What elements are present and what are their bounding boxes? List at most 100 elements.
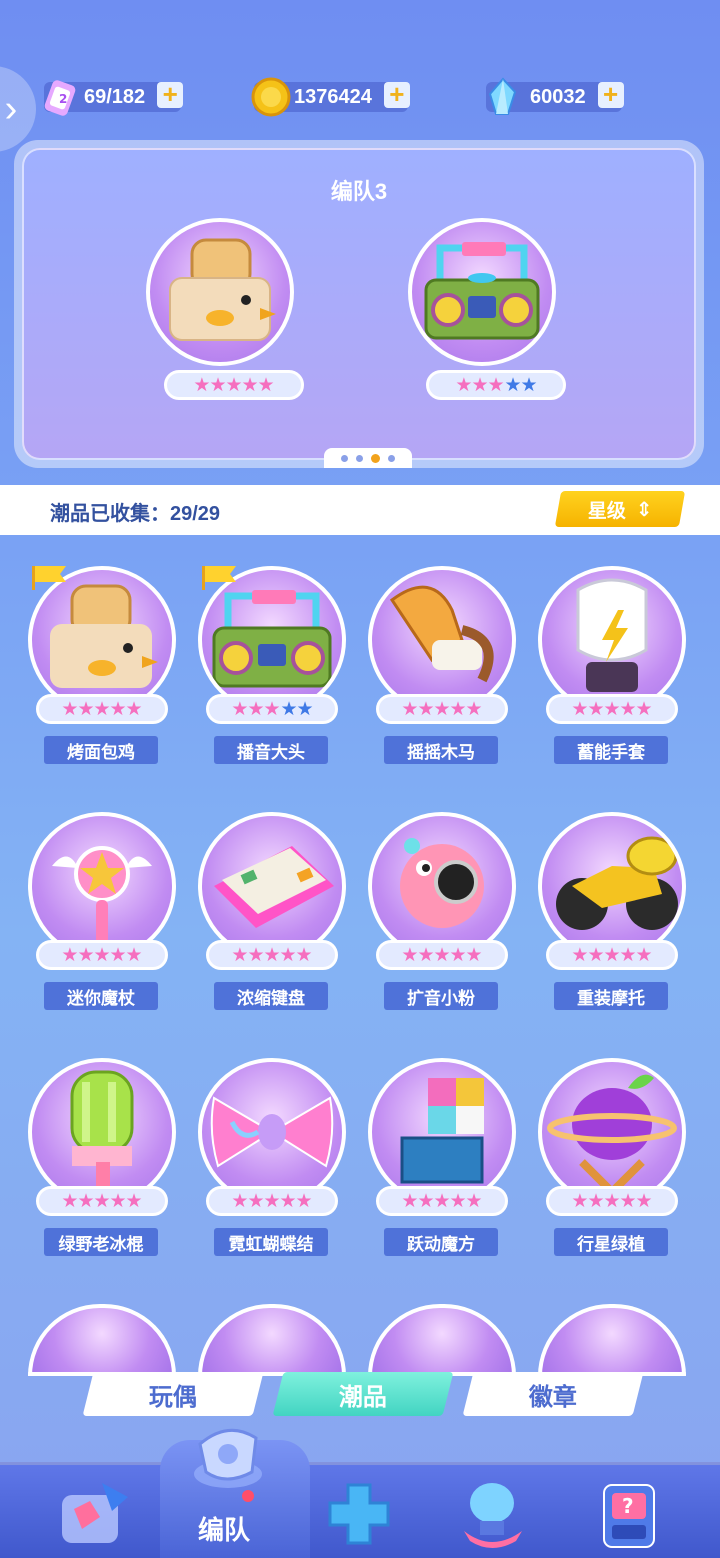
star-rating-filled: ★★★★★ <box>231 944 312 966</box>
add-gems-button[interactable]: + <box>597 81 624 108</box>
tab-badges[interactable]: 徽章 <box>462 1372 644 1416</box>
star-rating: ★★★★★ <box>546 940 678 970</box>
collection-item[interactable] <box>368 812 516 960</box>
item-name-label: 播音大头 <box>214 736 328 764</box>
star-rating: ★★★★★ <box>376 940 508 970</box>
tab-trendy-items[interactable]: 潮品 <box>272 1372 454 1416</box>
sort-label: 星级 <box>587 500 626 522</box>
tab-dolls[interactable]: 玩偶 <box>82 1372 264 1416</box>
team-carousel[interactable]: 编队3 ★★★★★ ★★★ ★★ <box>22 148 696 468</box>
team-panel: 编队3 ★★★★★ ★★★ ★★ <box>14 140 704 468</box>
star-rating: ★★★★★ <box>206 940 338 970</box>
item-name-label: 迷你魔杖 <box>44 982 158 1010</box>
mystery-box-icon[interactable]: ? <box>588 1473 670 1555</box>
tab-label: 徽章 <box>529 1383 577 1411</box>
home-icon[interactable] <box>52 1473 134 1555</box>
trophy-icon[interactable] <box>452 1473 534 1555</box>
star-rating-filled: ★★★★★ <box>571 698 652 720</box>
item-name-label: 重装摩托 <box>554 982 668 1010</box>
chevron-right-icon: › <box>4 87 18 130</box>
star-rating-filled: ★★★★★ <box>571 1190 652 1212</box>
item-name-label: 摇摇木马 <box>384 736 498 764</box>
collection-item[interactable] <box>28 812 176 960</box>
item-artwork-icon <box>556 836 678 930</box>
collection-item-partial[interactable] <box>28 1304 176 1376</box>
item-name-label: 烤面包鸡 <box>44 736 158 764</box>
page-dot[interactable] <box>341 454 348 462</box>
star-rating: ★★★★★ <box>376 694 508 724</box>
item-artwork-icon <box>52 846 152 950</box>
collection-item[interactable] <box>368 1058 516 1206</box>
tab-label: 潮品 <box>339 1383 387 1411</box>
star-rating: ★★★★★ <box>546 1186 678 1216</box>
collection-item[interactable] <box>538 1058 686 1206</box>
controller-icon[interactable] <box>318 1473 400 1555</box>
sort-arrows-icon: ⇕ <box>635 498 653 521</box>
collection-item[interactable] <box>28 1058 176 1206</box>
collection-item[interactable] <box>368 566 516 714</box>
energy-counter: 69/182 2 + <box>44 80 184 116</box>
svg-text:2: 2 <box>59 92 67 106</box>
tab-label: 玩偶 <box>149 1383 197 1411</box>
item-artwork-icon <box>70 1070 134 1202</box>
team-member-radio[interactable] <box>408 218 556 366</box>
resource-bar: › 69/182 2 + 1376424 + 60032 + <box>0 0 720 152</box>
star-rating-filled: ★★★★★ <box>61 944 142 966</box>
item-artwork-icon <box>210 1096 334 1168</box>
sort-by-stars-button[interactable]: 星级 ⇕ <box>554 491 686 527</box>
nav-active-label: 编队 <box>198 1515 251 1545</box>
star-rating: ★★★★★ <box>376 1186 508 1216</box>
back-button[interactable]: › <box>0 66 36 152</box>
collection-count: 潮品已收集：29/29 <box>50 503 221 525</box>
coin-counter: 1376424 + <box>251 77 410 117</box>
collection-item[interactable] <box>538 812 686 960</box>
star-rating: ★★★★★ <box>36 1186 168 1216</box>
collection-item-partial[interactable] <box>198 1304 346 1376</box>
add-coins-button[interactable]: + <box>383 81 410 108</box>
team-member-toaster[interactable] <box>146 218 294 366</box>
category-tabs: 玩偶 潮品 徽章 <box>0 1372 720 1418</box>
item-name-label: 绿野老冰棍 <box>44 1228 158 1256</box>
item-artwork-icon <box>547 1074 677 1198</box>
star-rating-filled: ★★★★★ <box>401 698 482 720</box>
star-rating-filled: ★★★★★ <box>231 1190 312 1212</box>
collection-item-partial[interactable] <box>538 1304 686 1376</box>
gem-value: 60032 <box>530 85 586 108</box>
carousel-pagination <box>324 448 412 468</box>
item-artwork-icon <box>214 846 334 928</box>
star-rating-empty: ★★ <box>504 374 538 396</box>
star-rating-filled: ★★★ <box>231 698 280 720</box>
page-dot[interactable] <box>356 454 363 462</box>
item-artwork-icon <box>576 578 648 692</box>
team-flag-icon <box>30 564 70 590</box>
collection-item[interactable] <box>198 812 346 960</box>
star-rating: ★★★★★ <box>206 694 338 724</box>
item-name-label: 浓缩键盘 <box>214 982 328 1010</box>
collection-item[interactable] <box>538 566 686 714</box>
item-name-label: 跃动魔方 <box>384 1228 498 1256</box>
bottom-navigation: ? <box>0 1462 720 1558</box>
item-name-label: 蓄能手套 <box>554 736 668 764</box>
star-rating-filled: ★★★★★ <box>193 374 274 396</box>
star-rating: ★★★★★ <box>36 694 168 724</box>
collection-item-partial[interactable] <box>368 1304 516 1376</box>
coin-icon <box>251 77 291 117</box>
item-artwork-icon <box>389 585 494 683</box>
page-dot-active[interactable] <box>371 453 380 463</box>
item-artwork-icon <box>212 590 332 688</box>
star-rating-filled: ★★★★★ <box>401 1190 482 1212</box>
star-rating-filled: ★★★★★ <box>61 1190 142 1212</box>
battery-icon: 2 <box>44 80 76 116</box>
page-dot[interactable] <box>388 454 395 462</box>
star-rating-empty: ★★ <box>280 698 314 720</box>
collection-item[interactable] <box>198 1058 346 1206</box>
boombox-icon <box>424 242 540 340</box>
add-energy-button[interactable]: + <box>157 81 184 108</box>
svg-text:?: ? <box>622 1494 634 1518</box>
gem-counter: 60032 + <box>486 77 624 115</box>
item-name-label: 霓虹蝴蝶结 <box>214 1228 328 1256</box>
toaster-chick-icon <box>169 238 276 341</box>
star-rating: ★★★★★ <box>36 940 168 970</box>
item-name-label: 扩音小粉 <box>384 982 498 1010</box>
team-member-stars: ★★★★★ <box>164 370 304 400</box>
